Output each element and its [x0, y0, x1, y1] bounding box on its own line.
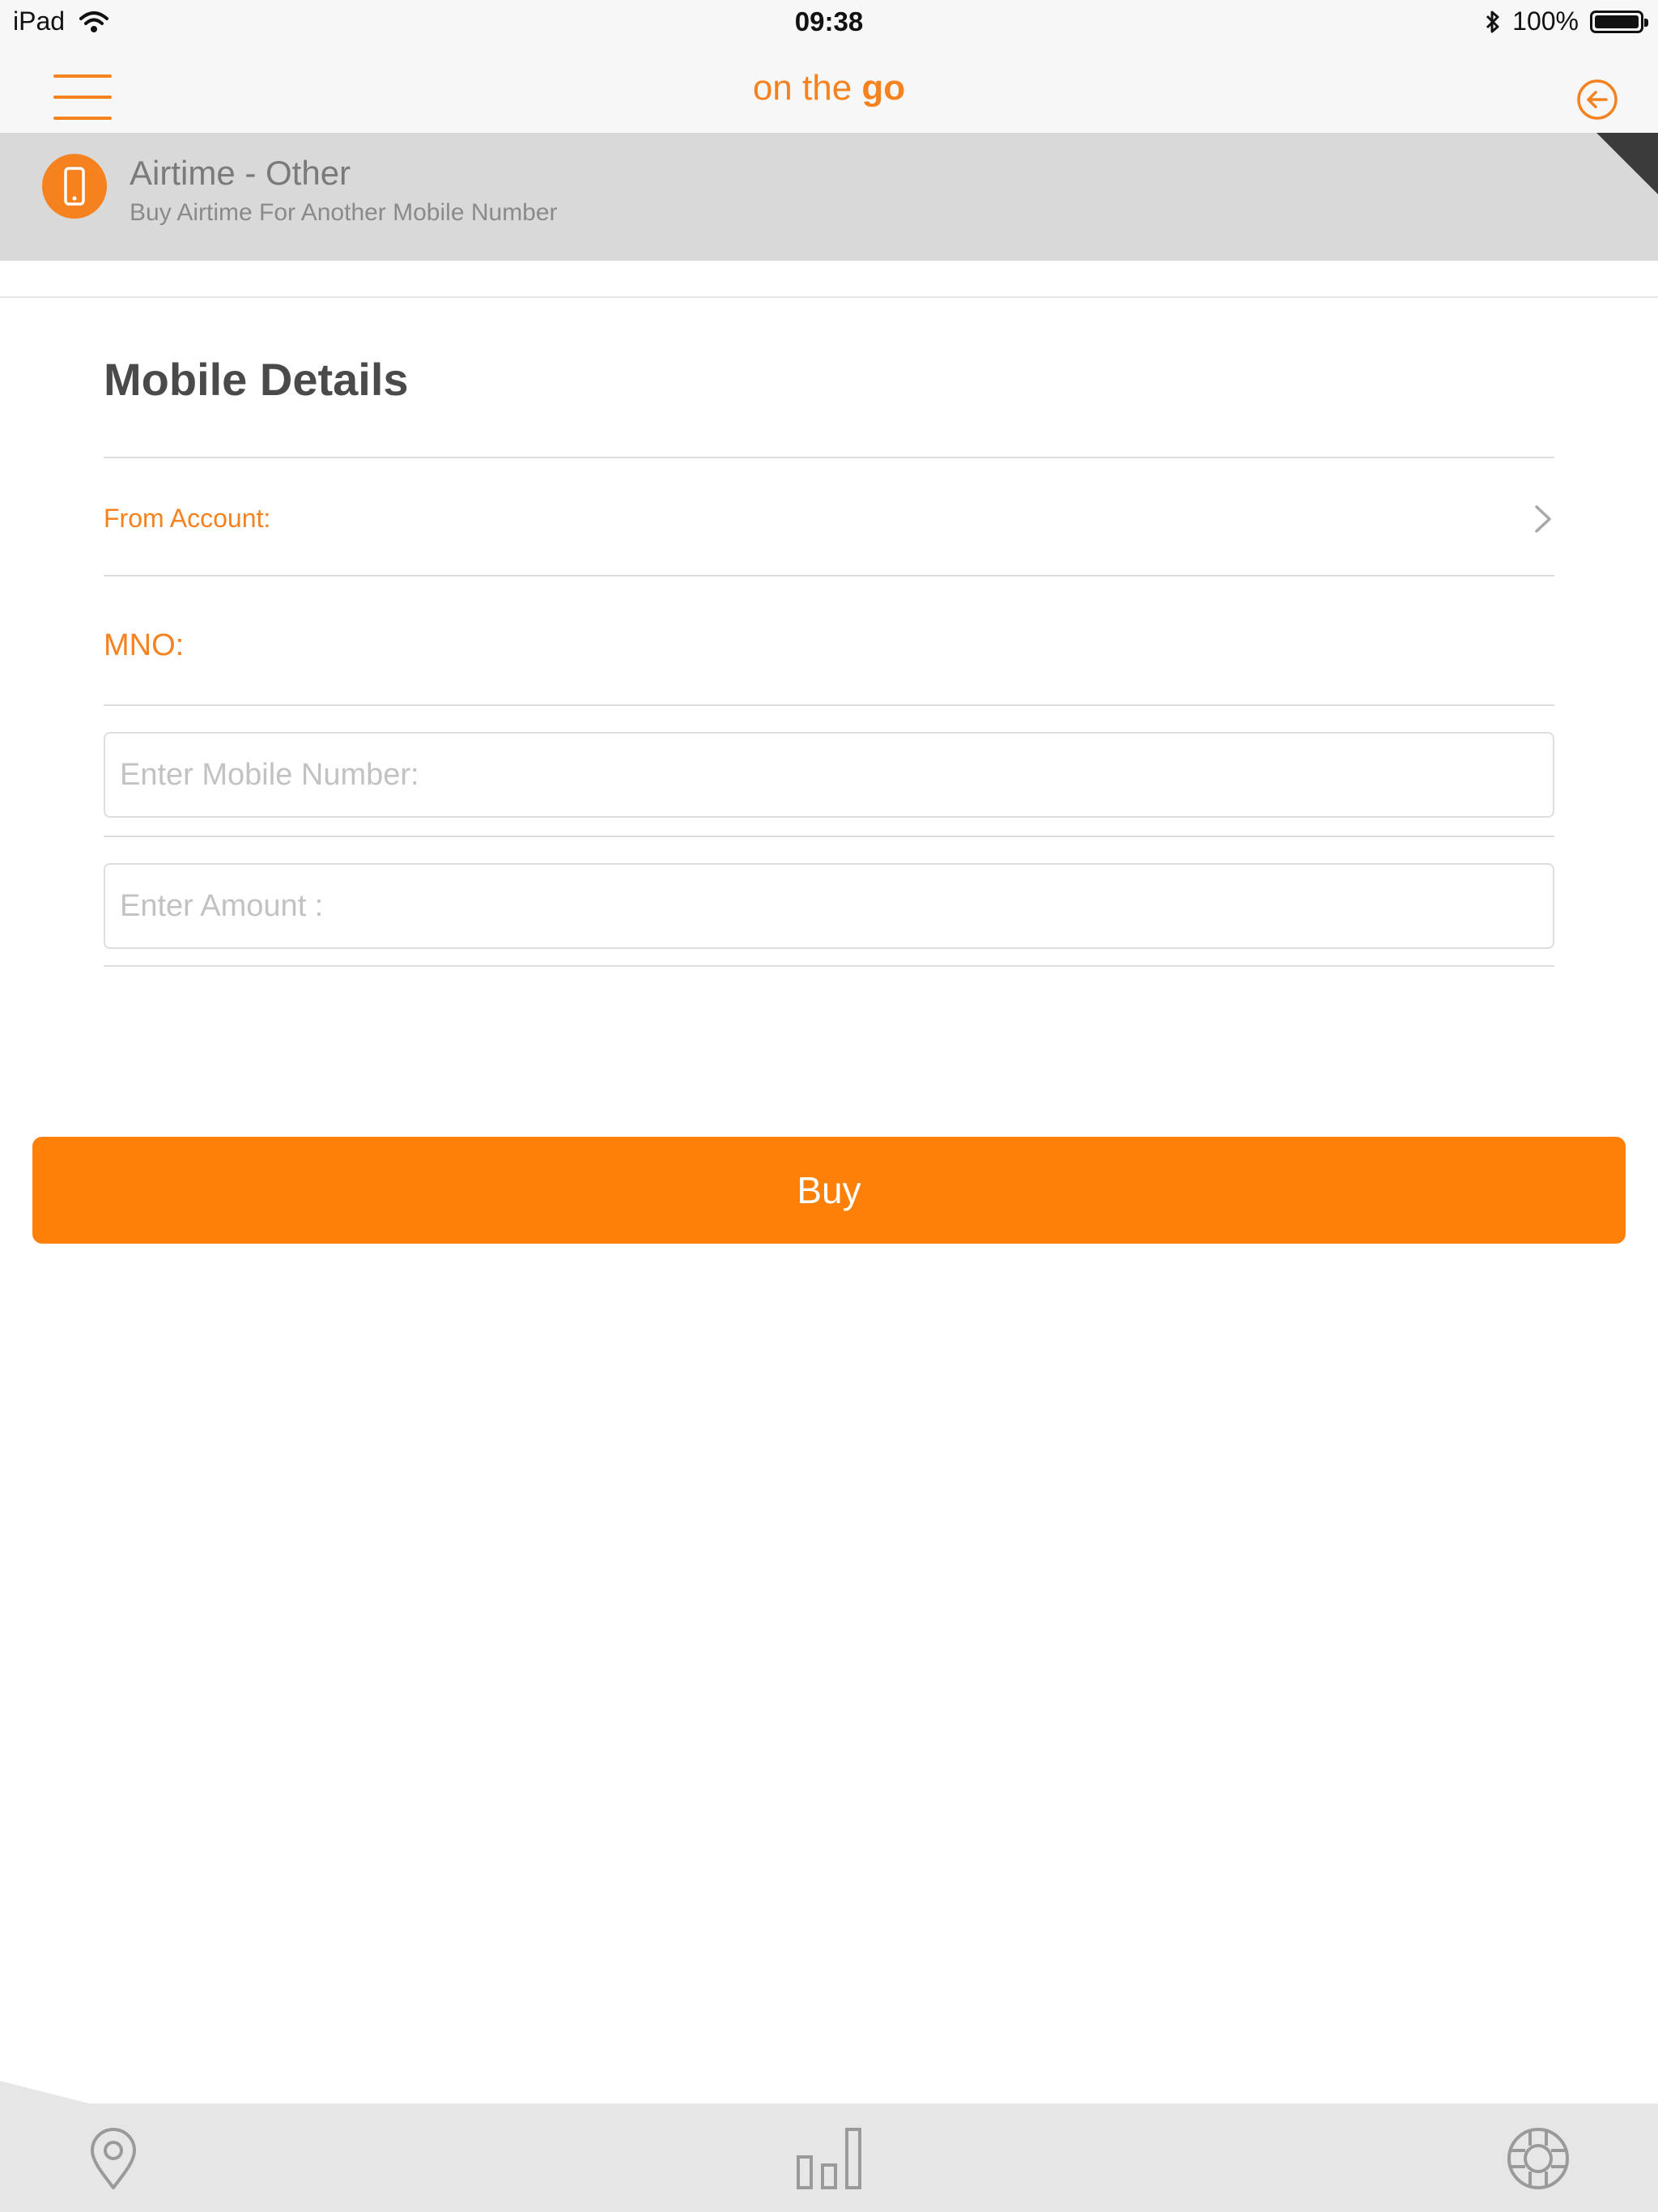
mno-label[interactable]: MNO: [104, 628, 184, 663]
divider [104, 704, 1554, 706]
amount-input[interactable] [104, 863, 1554, 949]
from-account-label: From Account: [104, 504, 271, 533]
brand-logo: on the go [0, 68, 1658, 108]
section-title: Mobile Details [104, 354, 409, 405]
divider [104, 965, 1554, 967]
bluetooth-icon [1486, 11, 1499, 32]
back-arrow-icon[interactable] [1575, 78, 1619, 121]
tab-bar-corner [0, 2081, 89, 2104]
chevron-right-icon [1535, 505, 1551, 533]
help-lifebuoy-icon[interactable] [1504, 2125, 1572, 2193]
divider [104, 575, 1554, 576]
page-header: Airtime - Other Buy Airtime For Another … [0, 133, 1658, 261]
divider [0, 296, 1658, 298]
page-subtitle: Buy Airtime For Another Mobile Number [130, 199, 558, 226]
battery-icon [1590, 10, 1648, 33]
buy-button[interactable]: Buy [32, 1137, 1626, 1244]
header-icon-badge [42, 154, 107, 219]
battery-percent: 100% [1512, 6, 1579, 36]
location-pin-icon[interactable] [79, 2125, 147, 2193]
mobile-number-input[interactable] [104, 732, 1554, 818]
page-title: Airtime - Other [130, 154, 351, 192]
corner-decoration [1596, 133, 1658, 194]
status-time: 09:38 [794, 6, 864, 36]
from-account-selector[interactable]: From Account: [104, 458, 1554, 576]
status-right: 100% [1485, 6, 1648, 36]
hamburger-line [53, 117, 112, 120]
brand-prefix: on the [752, 68, 862, 108]
bar-chart-icon[interactable] [795, 2125, 863, 2193]
battery-level [1595, 15, 1639, 28]
nav-bar: on the go [0, 45, 1658, 133]
divider [104, 836, 1554, 837]
brand-bold: go [861, 68, 906, 108]
bottom-tab-bar [0, 2104, 1658, 2212]
status-bar: iPad 09:38 100% [0, 0, 1658, 45]
mobile-phone-icon [64, 167, 85, 206]
